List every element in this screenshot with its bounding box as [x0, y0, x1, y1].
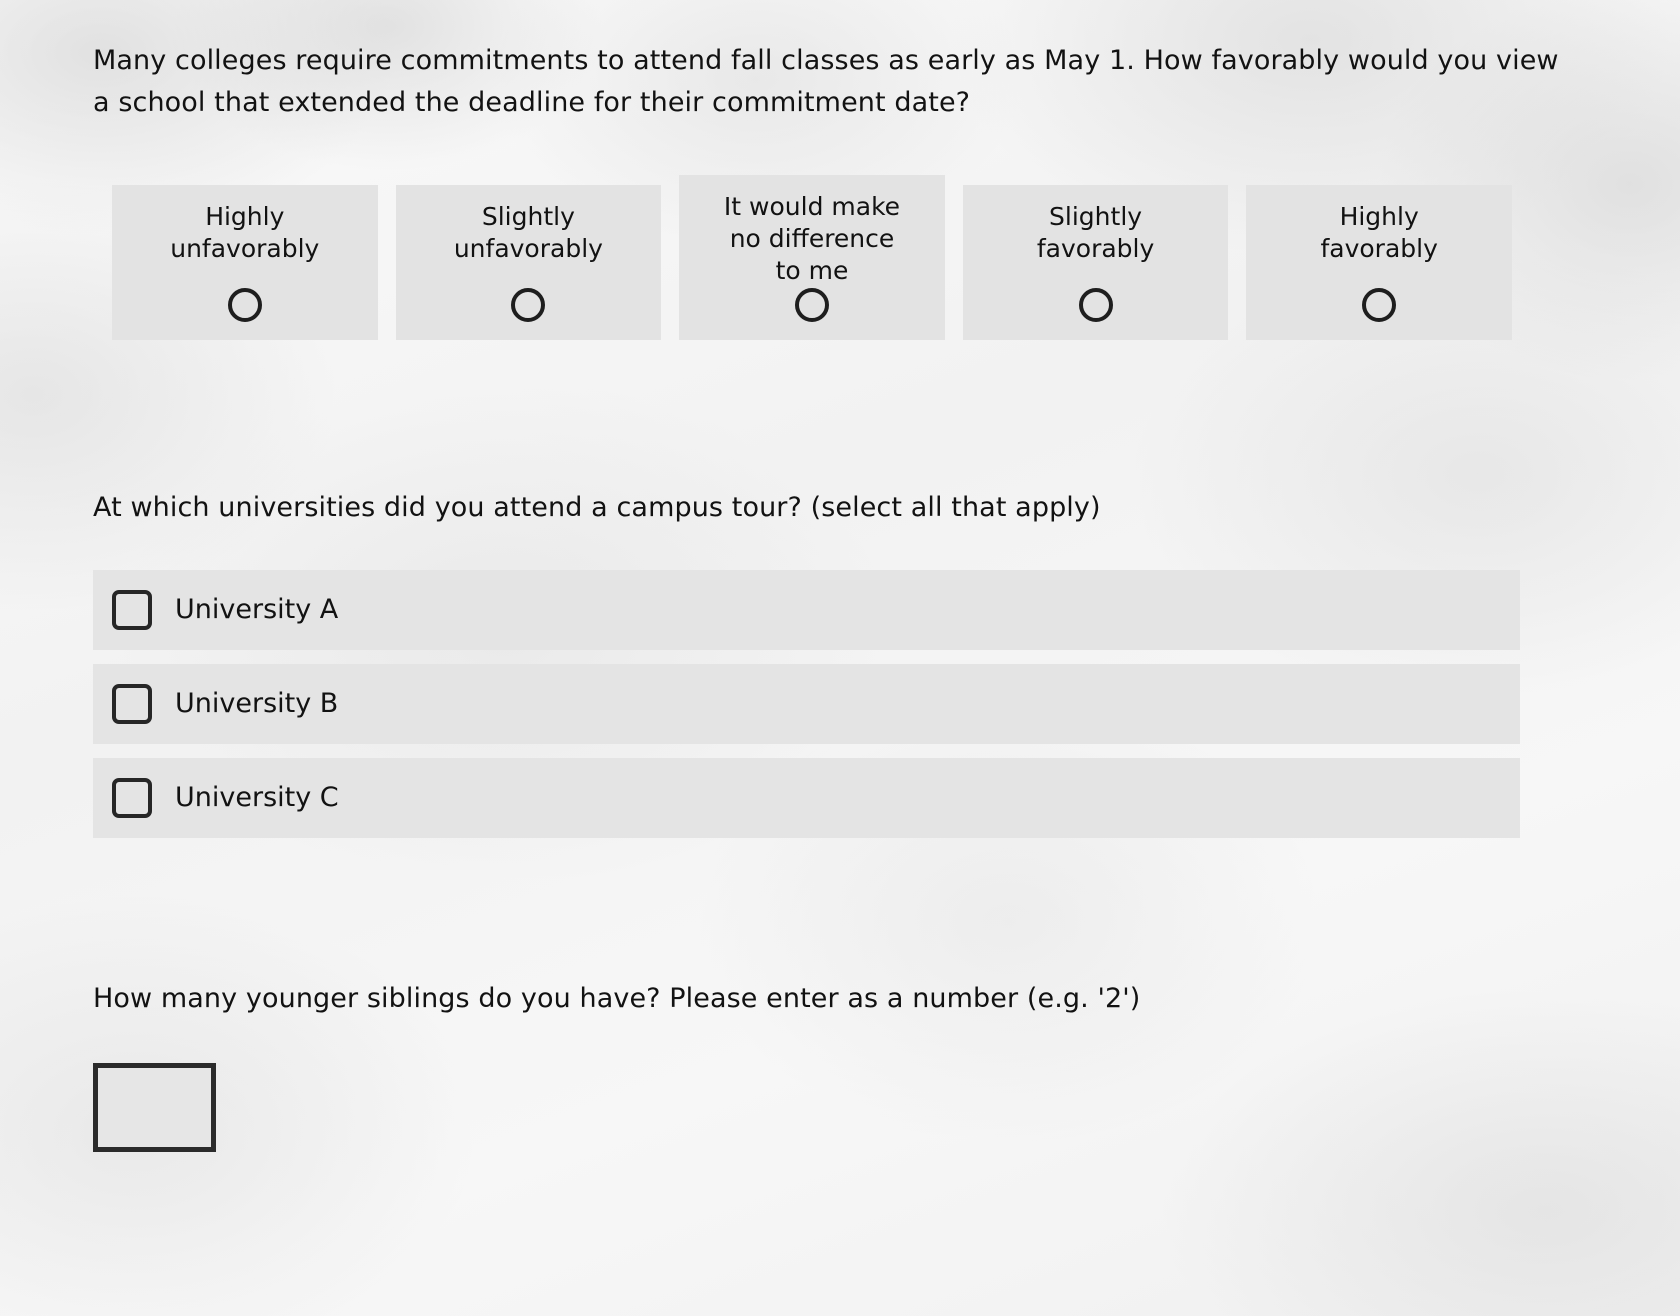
checkbox-row-university-b[interactable]: University B: [93, 664, 1520, 744]
siblings-input[interactable]: [93, 1063, 216, 1152]
likert-option-label: Slightly favorably: [1036, 202, 1155, 263]
radio-unchecked-icon[interactable]: [227, 288, 262, 322]
checkbox-label: University C: [175, 782, 339, 813]
checkbox-row-university-c[interactable]: University C: [93, 758, 1520, 838]
checkbox-unchecked-icon[interactable]: [112, 778, 152, 818]
favorability-option-group: Highly unfavorably Slightly unfavorably …: [112, 175, 1512, 340]
siblings-question-prompt: How many younger siblings do you have? P…: [93, 983, 1141, 1014]
radio-unchecked-icon[interactable]: [1362, 288, 1397, 322]
campus-tour-question-prompt: At which universities did you attend a c…: [93, 492, 1101, 523]
likert-option-label: Highly unfavorably: [170, 202, 320, 263]
likert-option-label: Slightly unfavorably: [453, 202, 603, 263]
radio-unchecked-icon[interactable]: [794, 288, 829, 322]
likert-option-highly-favorably[interactable]: Highly favorably: [1246, 185, 1512, 340]
checkbox-unchecked-icon[interactable]: [112, 590, 152, 630]
campus-tour-option-group: University A University B University C: [93, 570, 1520, 852]
checkbox-row-university-a[interactable]: University A: [93, 570, 1520, 650]
likert-option-label: It would make no difference to me: [723, 192, 901, 285]
likert-option-label: Highly favorably: [1320, 202, 1438, 263]
likert-option-slightly-favorably[interactable]: Slightly favorably: [962, 185, 1229, 340]
checkbox-label: University B: [175, 688, 339, 719]
likert-option-slightly-unfavorably[interactable]: Slightly unfavorably: [395, 185, 662, 340]
radio-unchecked-icon[interactable]: [1078, 288, 1113, 322]
favorability-question-prompt: Many colleges require commitments to att…: [93, 45, 1559, 118]
survey-page: Many colleges require commitments to att…: [0, 0, 1680, 1316]
checkbox-unchecked-icon[interactable]: [112, 684, 152, 724]
likert-option-highly-unfavorably[interactable]: Highly unfavorably: [112, 185, 378, 340]
radio-unchecked-icon[interactable]: [511, 288, 546, 322]
checkbox-label: University A: [175, 594, 339, 625]
likert-option-no-difference[interactable]: It would make no difference to me: [679, 175, 945, 340]
